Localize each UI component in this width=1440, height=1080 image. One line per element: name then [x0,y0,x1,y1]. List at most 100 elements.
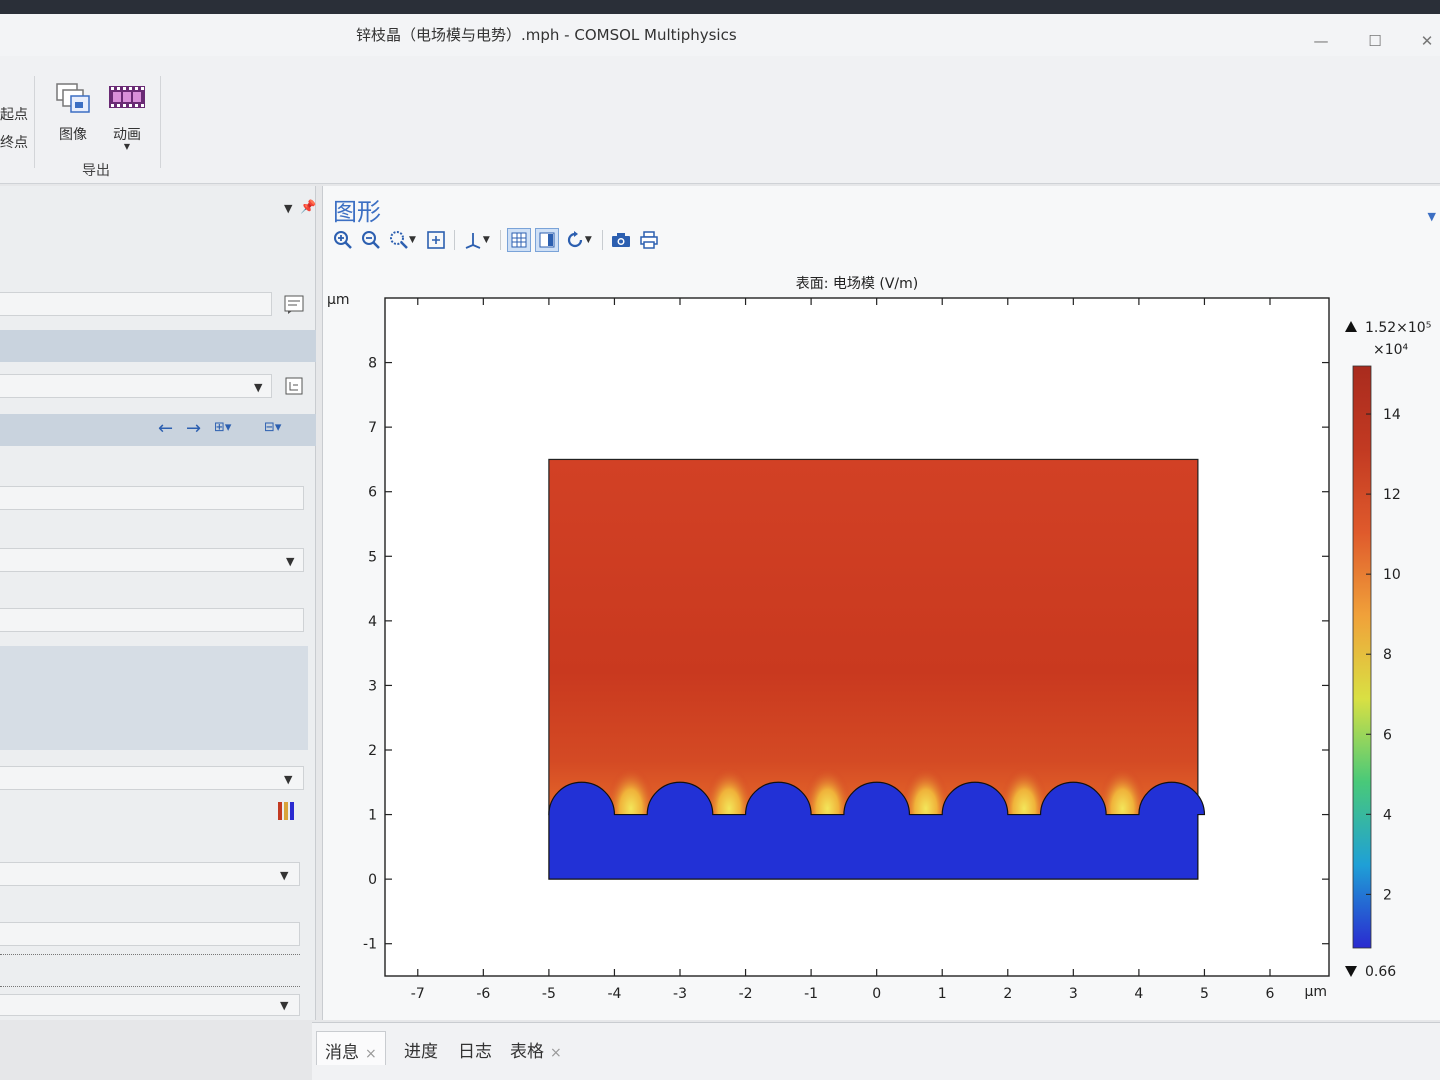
y-tick-label: 0 [368,872,377,888]
tab-log[interactable]: 日志 [450,1031,500,1065]
collapse-caret-icon[interactable]: ▼ [1428,210,1436,223]
axis-toggle-icon[interactable] [534,228,559,252]
tab-table[interactable]: 表格 × [502,1031,570,1065]
y-tick-label: 8 [368,356,377,372]
y-tick-label: 6 [368,485,377,501]
colorbar-gradient [1352,365,1372,949]
pin-icon[interactable]: 📌 [300,200,316,215]
y-tick-label: -1 [363,937,377,953]
y-tick-label: 2 [368,743,377,759]
slider-track[interactable] [0,954,300,960]
zoom-out-icon[interactable] [359,228,383,252]
window-title: 锌枝晶（电场模与电势）.mph - COMSOL Multiphysics [356,26,737,44]
settings-edit-icon[interactable] [282,292,306,316]
slider-track[interactable] [0,986,300,992]
chevron-down-icon[interactable]: ▼ [286,555,294,568]
settings-dropdown[interactable] [0,374,272,398]
close-icon[interactable]: × [365,1046,377,1062]
colorbar-max-label: 1.52×10⁵ [1365,320,1431,336]
chevron-down-icon[interactable]: ▼ [280,869,288,882]
zoom-extents-icon[interactable] [424,228,448,252]
settings-dropdown[interactable] [0,994,300,1016]
arrow-left-icon[interactable]: ← [158,418,173,439]
ribbon-end-point-label[interactable]: 终点 [0,132,28,152]
y-tick-label: 3 [368,678,377,694]
settings-text-field[interactable] [0,608,304,632]
toolbar-separator [601,230,603,250]
settings-go-to-source-icon[interactable] [282,374,306,398]
x-tick-label: 2 [1003,986,1012,1002]
y-tick-label: 1 [368,808,377,824]
chevron-down-icon[interactable]: ▼ [254,381,262,394]
close-button[interactable]: ✕ [1412,30,1440,52]
color-table-icon[interactable] [276,800,298,822]
view-dropdown-caret-icon[interactable]: ▼ [585,235,592,245]
settings-text-field[interactable] [0,486,304,510]
animation-dropdown-caret-icon[interactable]: ▼ [102,142,152,151]
panel-menu-caret-icon[interactable]: ▼ [284,202,292,215]
x-tick-label: -2 [739,986,753,1002]
arrow-right-icon[interactable]: → [186,418,201,439]
minimize-button[interactable]: — [1306,30,1336,52]
axis-dropdown-caret-icon[interactable]: ▼ [483,235,490,245]
ribbon-separator [160,76,161,168]
x-tick-label: -7 [411,986,425,1002]
print-icon[interactable] [637,228,661,252]
tab-table-label: 表格 [510,1042,544,1062]
tab-messages[interactable]: 消息 × [316,1031,386,1065]
title-bar: 锌枝晶（电场模与电势）.mph - COMSOL Multiphysics — … [0,0,1440,56]
colorbar-min-label: 0.66 [1365,964,1396,980]
film-strip-icon [109,86,145,108]
x-axis-unit: μm [1304,984,1327,1000]
insert-above-icon[interactable]: ⊟▾ [264,420,281,435]
reset-view-icon[interactable] [563,228,587,252]
ribbon-start-point-label[interactable]: 起点 [0,104,28,124]
maximize-button[interactable]: ☐ [1360,30,1390,52]
chevron-down-icon[interactable]: ▼ [280,999,288,1012]
x-tick-label: 1 [938,986,947,1002]
settings-section-band[interactable] [0,646,308,750]
y-axis-unit: μm [327,292,350,308]
camera-icon[interactable] [609,228,633,252]
image-export-icon [56,83,90,113]
toolbar-separator [453,230,455,250]
min-value-triangle-icon [1345,966,1357,977]
close-icon[interactable]: × [550,1045,562,1061]
x-tick-label: -3 [673,986,687,1002]
bottom-tab-bar: 消息 × 进度 日志 表格 × [312,1022,1440,1080]
tab-progress[interactable]: 进度 [396,1031,446,1065]
chevron-down-icon[interactable]: ▼ [284,773,292,786]
settings-dropdown[interactable] [0,862,300,886]
settings-dropdown[interactable] [0,766,304,790]
y-tick-label: 7 [368,420,377,436]
ribbon-group-export-label: 导出 [82,163,110,179]
y-tick-label: 4 [368,614,377,630]
export-animation-button[interactable]: 动画 ▼ [102,82,152,151]
export-image-button[interactable]: 图像 [48,82,98,144]
zoom-in-icon[interactable] [331,228,355,252]
settings-panel: ▼ 📌 ▼ ← → ⊞▾ ⊟▾ ▼ ▼ ▼ ▼ [0,186,316,1020]
tab-messages-label: 消息 [325,1043,359,1063]
settings-dropdown[interactable] [0,548,304,572]
grid-icon[interactable] [506,228,531,252]
x-tick-label: -1 [804,986,818,1002]
insert-below-icon[interactable]: ⊞▾ [214,420,231,435]
surface-plot-canvas[interactable]: 表面: 电场模 (V/m) -1012345678-7 -6 -5 -4 -3 -2 -1 0… [323,260,1433,1020]
graphics-window: 图形 ▼ ▼ ▼ ▼ 表面: 电场模 (V/m) -1 0 1 2 3 4 5 … [322,186,1440,1020]
graphics-panel-title: 图形 [333,198,381,226]
colorbar-scale-label: ×10⁴ [1373,342,1409,358]
colorbar-tick-label: 8 [1383,647,1392,663]
settings-text-field[interactable] [0,922,300,946]
ribbon-separator [34,76,35,168]
zoom-box-icon[interactable] [387,228,411,252]
y-tick-label: 5 [368,549,377,565]
zoom-dropdown-caret-icon[interactable]: ▼ [409,235,416,245]
settings-text-field[interactable] [0,292,272,316]
tab-progress-label: 进度 [404,1042,438,1062]
plot-domain [548,458,1206,880]
export-animation-label: 动画 [113,127,141,143]
axis-orientation-icon[interactable] [461,228,485,252]
settings-section-band[interactable] [0,330,316,362]
x-tick-label: 6 [1266,986,1275,1002]
ribbon: 起点 终点 图像 动画 ▼ 导出 [0,56,1440,184]
